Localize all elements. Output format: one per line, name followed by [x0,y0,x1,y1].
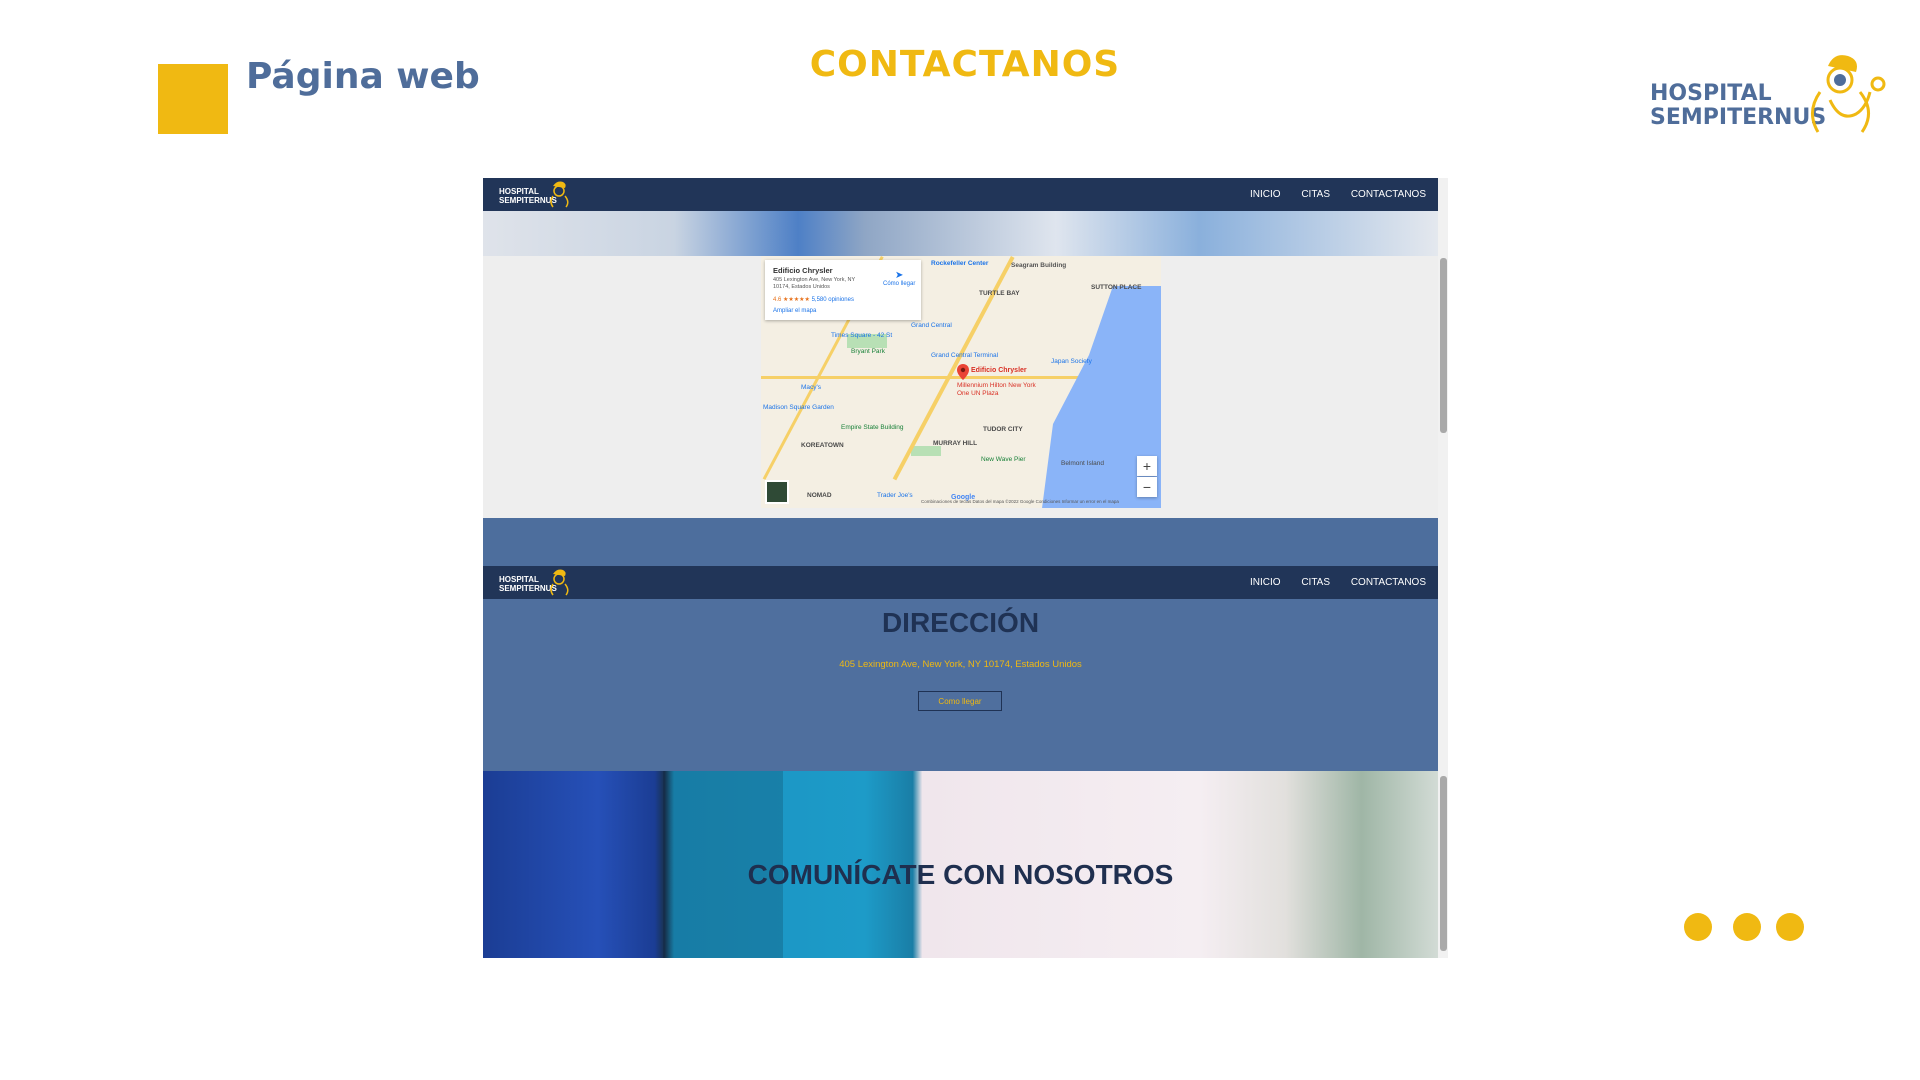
pager-dot [1776,913,1804,941]
slide-subtitle: Página web [246,56,480,97]
map-label: TURTLE BAY [979,290,1020,297]
scrollbar[interactable] [1438,566,1448,958]
pager-dot [1684,913,1712,941]
map-label: Japan Society [1051,358,1092,365]
place-address: 405 Lexington Ave, New York, NY 10174, E… [773,277,856,290]
medical-staff-photo: COMUNÍCATE CON NOSOTROS [483,771,1438,958]
directions-icon: ➤ [894,270,904,281]
place-name: Edificio Chrysler [773,266,833,275]
map-label: Madison Square Garden [763,404,834,411]
enlarge-map-link[interactable]: Ampliar el mapa [773,308,816,314]
map-pin-icon [957,364,969,380]
map-label: Rockefeller Center [931,260,989,267]
slide-title: CONTACTANOS [809,44,1121,85]
nav-contactanos[interactable]: CONTACTANOS [1351,189,1426,200]
reviews-link[interactable]: 5,580 opiniones [812,297,854,303]
map-label: New Wave Pier [981,456,1026,463]
direccion-address: 405 Lexington Ave, New York, NY 10174, E… [839,659,1082,670]
map-label: MURRAY HILL [933,440,978,447]
map-section: Edificio Chrysler 405 Lexington Ave, New… [483,256,1438,518]
zoom-out-button[interactable]: − [1137,477,1157,497]
doctor-logo-icon [1811,55,1886,133]
map-label: NOMAD [807,492,832,499]
map-label: Belmont Island [1061,460,1104,467]
map-label: Millennium Hilton New York One UN Plaza [957,382,1036,397]
map-pin-label: Edificio Chrysler [971,367,1027,374]
map-label: KOREATOWN [801,442,844,449]
direccion-title: DIRECCIÓN [881,607,1040,638]
map-label: Empire State Building [841,424,904,431]
map-label: Trader Joe's [877,492,913,499]
hero-image-strip [483,211,1438,256]
scrollbar-thumb[interactable] [1440,258,1447,433]
place-info-card: Edificio Chrysler 405 Lexington Ave, New… [765,260,921,320]
scrollbar-thumb[interactable] [1440,776,1447,951]
map-label: SUTTON PLACE [1091,284,1142,291]
como-llegar-button[interactable]: Como llegar [918,691,1002,711]
place-rating: 4.6 ★★★★★ 5,580 opiniones [773,296,854,303]
map-attribution: Combinaciones de teclas Datos del mapa ©… [921,499,1119,504]
map-label: Bryant Park [851,348,885,355]
nav-inicio[interactable]: INICIO [1250,189,1281,200]
map-label: Times Square - 42 St [831,332,893,339]
site-nav-links: INICIO CITAS CONTACTANOS [1232,189,1426,200]
site-navbar: HOSPITAL SEMPITERNUS INICIO CITAS CONTAC… [483,566,1438,599]
site-logo-icon [550,569,569,596]
map-label: Grand Central [911,322,952,329]
zoom-in-button[interactable]: + [1137,456,1157,476]
scrollbar[interactable] [1438,178,1448,566]
section-background [483,518,1438,566]
map-label: Macy's [801,384,822,391]
hospital-logo: HOSPITAL SEMPITERNUS [1650,52,1890,142]
nav-citas[interactable]: CITAS [1301,189,1330,200]
nav-citas[interactable]: CITAS [1301,577,1330,588]
google-map[interactable]: Edificio Chrysler 405 Lexington Ave, New… [761,256,1161,508]
accent-square [158,64,228,134]
nav-contactanos[interactable]: CONTACTANOS [1351,577,1426,588]
direccion-section: DIRECCIÓN 405 Lexington Ave, New York, N… [483,599,1438,771]
rating-stars: 4.6 ★★★★★ [773,297,810,303]
map-label: Grand Central Terminal [931,352,999,359]
directions-label: Cómo llegar [883,281,916,287]
map-label: TUDOR CITY [983,426,1023,433]
site-logo-icon [550,181,569,208]
directions-link[interactable]: ➤ Cómo llegar [883,270,915,287]
comunicate-title: COMUNÍCATE CON NOSOTROS [747,859,1174,890]
satellite-toggle[interactable] [765,480,789,504]
site-navbar: HOSPITAL SEMPITERNUS INICIO CITAS CONTAC… [483,178,1438,211]
pager-dot [1733,913,1761,941]
website-screenshot-direccion: DIRECCIÓN 405 Lexington Ave, New York, N… [483,566,1448,958]
website-screenshot-map: HOSPITAL SEMPITERNUS INICIO CITAS CONTAC… [483,178,1448,566]
park-area [911,446,941,456]
map-label: Seagram Building [1011,262,1067,269]
nav-inicio[interactable]: INICIO [1250,577,1281,588]
site-nav-links: INICIO CITAS CONTACTANOS [1232,577,1426,588]
